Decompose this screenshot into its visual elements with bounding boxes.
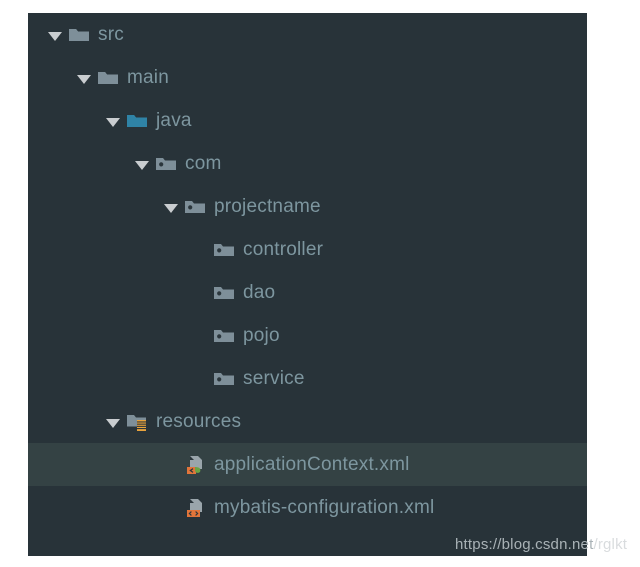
package-icon: [184, 196, 206, 218]
tree-row[interactable]: resources: [28, 400, 587, 443]
tree-item-label: projectname: [214, 195, 321, 217]
tree-item-label: dao: [243, 281, 276, 303]
tree-row[interactable]: java: [28, 99, 587, 142]
folder-source-root-icon: [126, 110, 148, 132]
csdn-watermark: https://blog.csdn.net/rglkt: [455, 536, 627, 553]
folder-icon: [68, 24, 90, 46]
tree-item-label: com: [185, 152, 222, 174]
watermark-url-outside: /rglkt: [593, 536, 628, 553]
spring-xml-file-icon: [184, 454, 206, 476]
tree-row[interactable]: src: [28, 13, 587, 56]
tree-row[interactable]: applicationContext.xml: [28, 443, 587, 486]
tree-arrow-placeholder: [191, 327, 209, 345]
package-icon: [213, 239, 235, 261]
tree-arrow-placeholder: [191, 241, 209, 259]
watermark-url-inside: https://blog.csdn.net: [455, 536, 594, 553]
tree-item-label: resources: [156, 410, 242, 432]
tree-arrow-placeholder: [191, 284, 209, 302]
tree-item-label: applicationContext.xml: [214, 453, 410, 475]
chevron-down-icon[interactable]: [133, 155, 151, 173]
chevron-down-icon[interactable]: [104, 413, 122, 431]
chevron-down-icon[interactable]: [104, 112, 122, 130]
tree-item-label: src: [98, 23, 124, 45]
tree-row[interactable]: dao: [28, 271, 587, 314]
tree-item-label: service: [243, 367, 305, 389]
screenshot-root: src main java com projectname controller dao po…: [0, 0, 640, 567]
tree-row[interactable]: controller: [28, 228, 587, 271]
tree-row[interactable]: service: [28, 357, 587, 400]
tree-row[interactable]: mybatis-configuration.xml: [28, 486, 587, 529]
folder-resources-icon: [126, 411, 148, 433]
package-icon: [213, 368, 235, 390]
tree-item-label: pojo: [243, 324, 280, 346]
folder-icon: [97, 67, 119, 89]
project-tree-panel: src main java com projectname controller dao po…: [28, 13, 587, 556]
package-icon: [155, 153, 177, 175]
chevron-down-icon[interactable]: [46, 26, 64, 44]
tree-arrow-placeholder: [191, 370, 209, 388]
chevron-down-icon[interactable]: [162, 198, 180, 216]
package-icon: [213, 282, 235, 304]
tree-row[interactable]: main: [28, 56, 587, 99]
project-tree-list: src main java com projectname controller dao po…: [28, 13, 587, 529]
tree-item-label: mybatis-configuration.xml: [214, 496, 435, 518]
package-icon: [213, 325, 235, 347]
tree-item-label: main: [127, 66, 169, 88]
chevron-down-icon[interactable]: [75, 69, 93, 87]
tree-arrow-placeholder: [162, 456, 180, 474]
tree-item-label: java: [156, 109, 192, 131]
tree-item-label: controller: [243, 238, 324, 260]
tree-row[interactable]: projectname: [28, 185, 587, 228]
tree-arrow-placeholder: [162, 499, 180, 517]
tree-row[interactable]: com: [28, 142, 587, 185]
xml-file-icon: [184, 497, 206, 519]
tree-row[interactable]: pojo: [28, 314, 587, 357]
